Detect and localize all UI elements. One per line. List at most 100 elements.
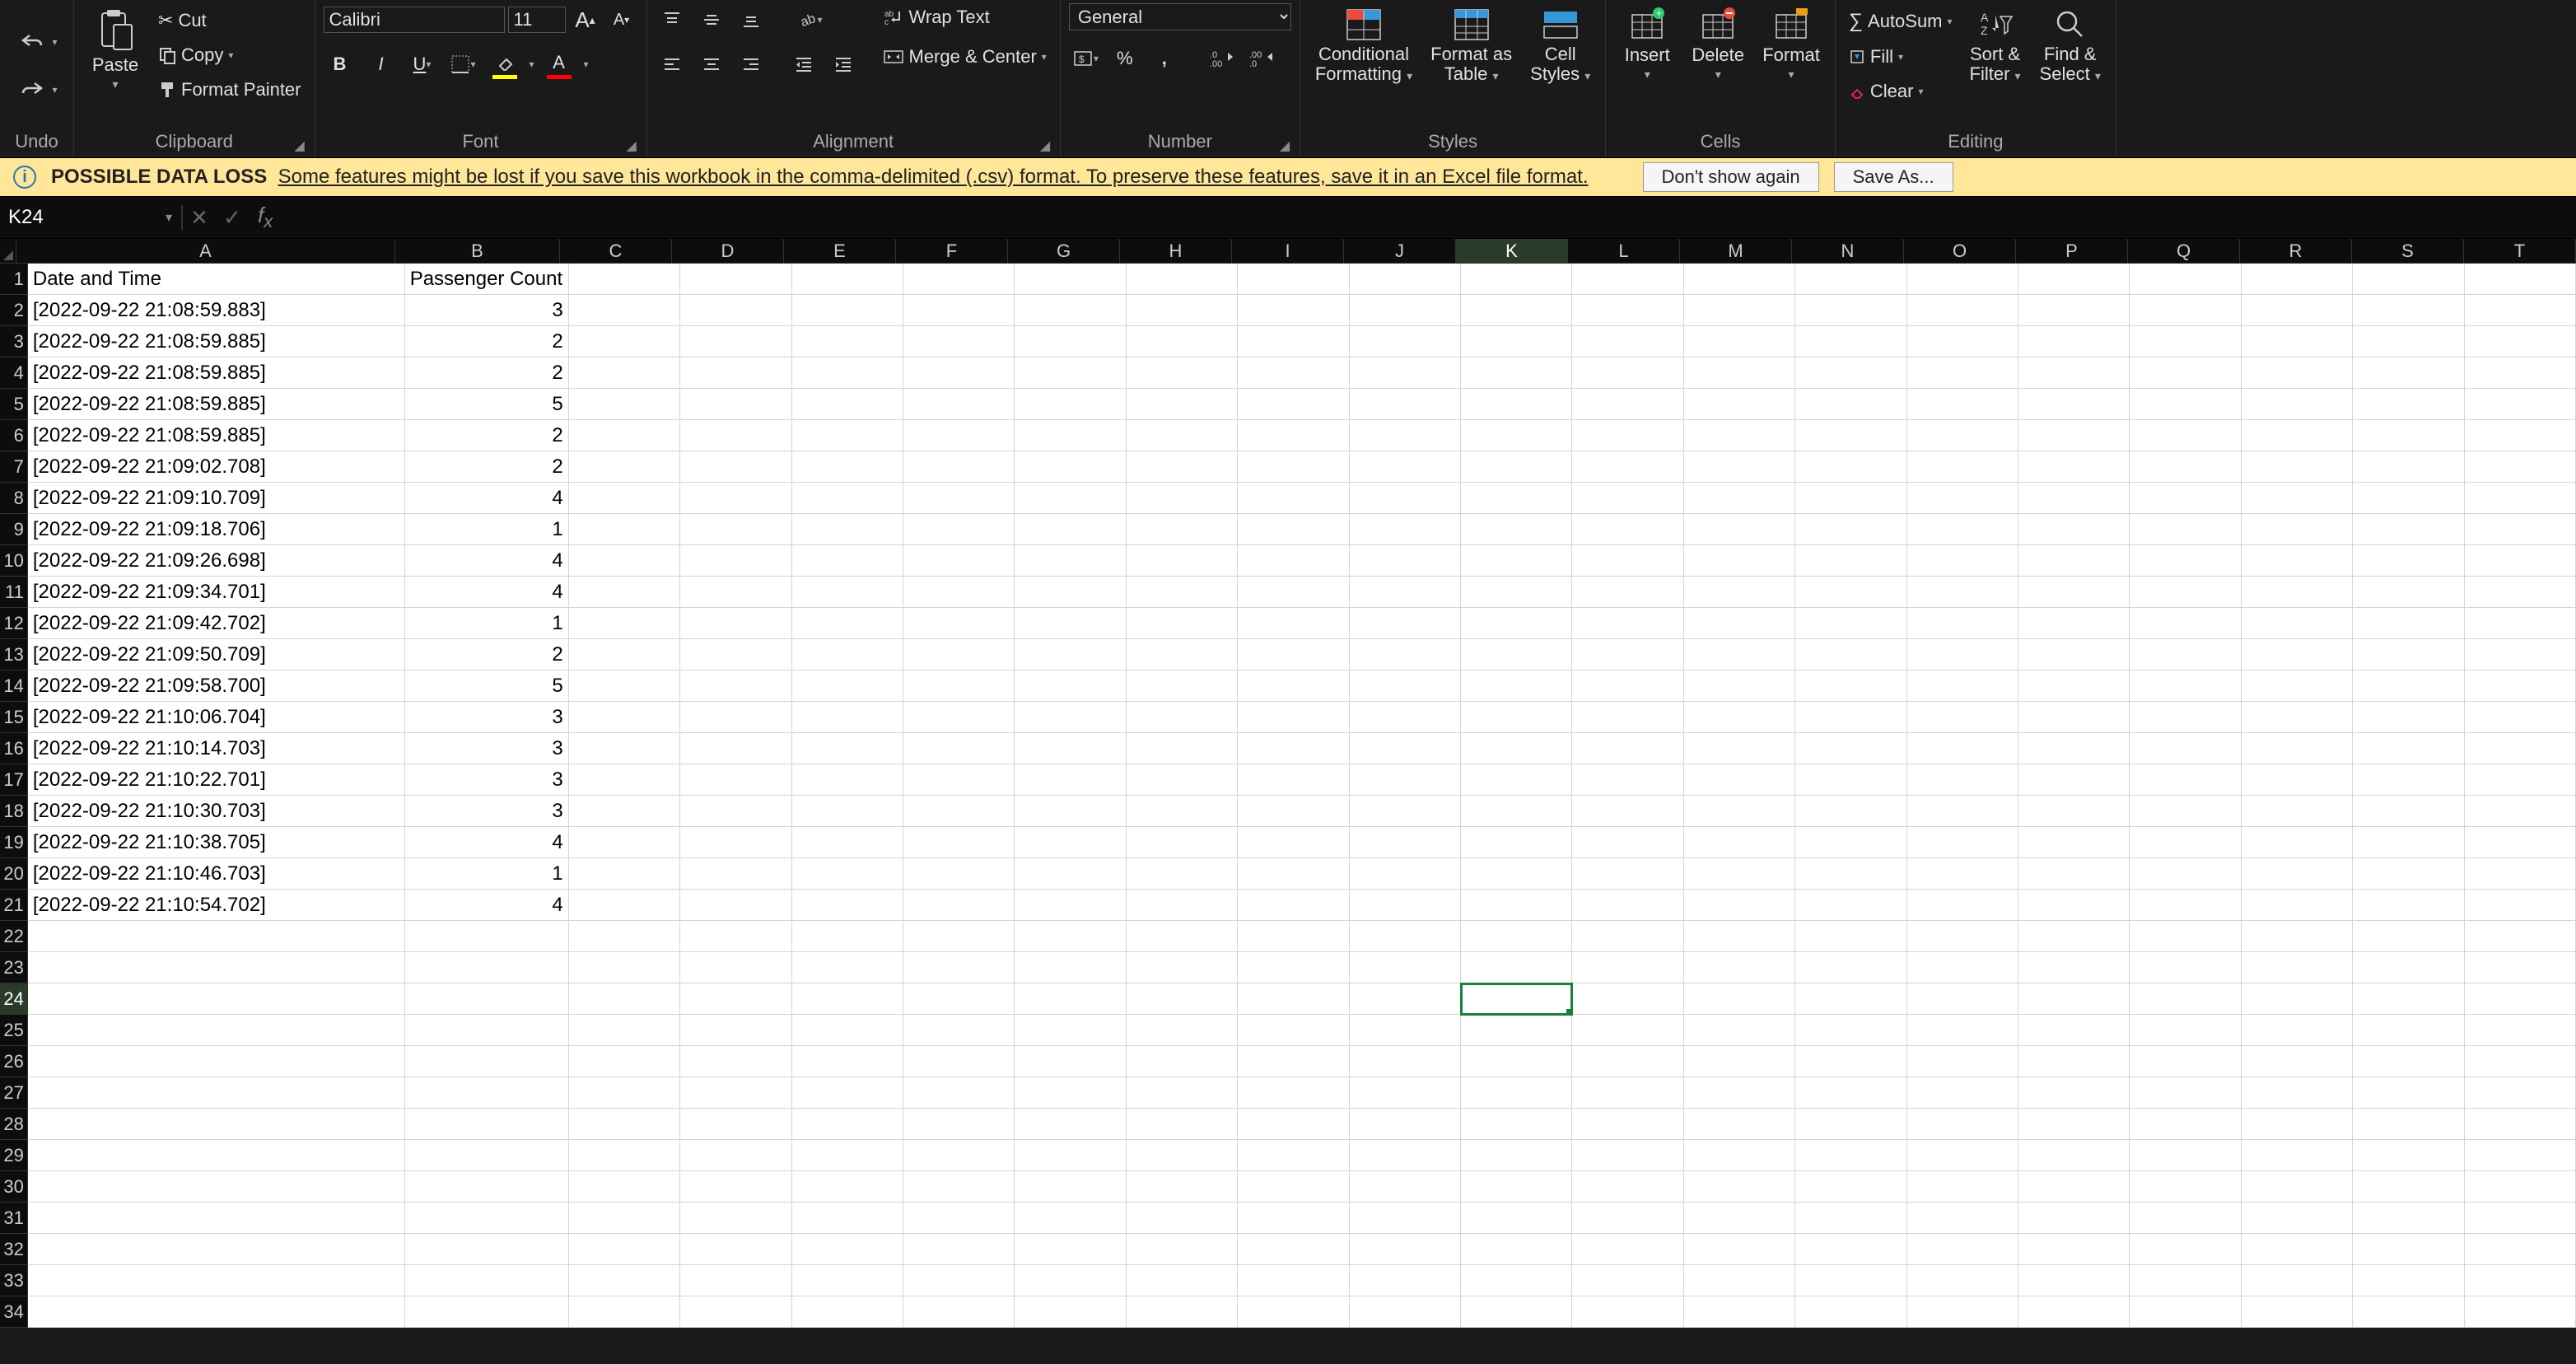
cell-G10[interactable] [1015,545,1126,577]
cell-J3[interactable] [1350,326,1461,357]
cell-S23[interactable] [2353,952,2464,983]
cell-H1[interactable] [1127,264,1238,295]
cell-D5[interactable] [680,389,791,420]
cell-H16[interactable] [1127,733,1238,764]
cell-E15[interactable] [792,702,903,733]
cell-A18[interactable]: [2022-09-22 21:10:30.703] [28,796,405,827]
cell-B32[interactable] [405,1234,569,1265]
cell-E33[interactable] [792,1265,903,1296]
cell-C26[interactable] [569,1046,680,1077]
column-header-I[interactable]: I [1232,239,1344,264]
column-header-Q[interactable]: Q [2128,239,2240,264]
cell-D7[interactable] [680,451,791,483]
save-as-button[interactable]: Save As... [1834,162,1953,192]
cell-R18[interactable] [2242,796,2353,827]
cell-N15[interactable] [1795,702,1906,733]
cell-R2[interactable] [2242,295,2353,326]
cell-N1[interactable] [1795,264,1906,295]
cell-F23[interactable] [903,952,1015,983]
cell-H18[interactable] [1127,796,1238,827]
cell-G9[interactable] [1015,514,1126,545]
clear-dropdown-icon[interactable]: ▾ [1918,86,1923,97]
cell-P14[interactable] [2018,670,2130,702]
cell-M26[interactable] [1684,1046,1795,1077]
cell-E3[interactable] [792,326,903,357]
cell-F17[interactable] [903,764,1015,796]
cell-O6[interactable] [1907,420,2018,451]
cell-E10[interactable] [792,545,903,577]
undo-dropdown-icon[interactable]: ▾ [52,36,57,48]
cell-D16[interactable] [680,733,791,764]
cell-E18[interactable] [792,796,903,827]
cell-P32[interactable] [2018,1234,2130,1265]
paste-button[interactable]: Paste ▾ [82,3,148,95]
cell-A5[interactable]: [2022-09-22 21:08:59.885] [28,389,405,420]
cell-E26[interactable] [792,1046,903,1077]
cell-L17[interactable] [1572,764,1683,796]
cell-B9[interactable]: 1 [405,514,569,545]
cell-F8[interactable] [903,483,1015,514]
cell-D23[interactable] [680,952,791,983]
cell-G18[interactable] [1015,796,1126,827]
cell-I21[interactable] [1238,890,1349,921]
cell-K18[interactable] [1461,796,1572,827]
cell-I22[interactable] [1238,921,1349,952]
cell-A13[interactable]: [2022-09-22 21:09:50.709] [28,639,405,670]
cell-H10[interactable] [1127,545,1238,577]
font-color-dropdown-icon[interactable]: ▾ [584,58,589,70]
cell-K29[interactable] [1461,1140,1572,1171]
cell-O2[interactable] [1907,295,2018,326]
cell-A22[interactable] [28,921,405,952]
cell-R20[interactable] [2242,858,2353,890]
cell-R26[interactable] [2242,1046,2353,1077]
cell-F6[interactable] [903,420,1015,451]
cell-D9[interactable] [680,514,791,545]
cell-C2[interactable] [569,295,680,326]
row-header-3[interactable]: 3 [0,326,28,357]
cell-N9[interactable] [1795,514,1906,545]
row-header-12[interactable]: 12 [0,608,28,639]
cell-M11[interactable] [1684,577,1795,608]
cell-K10[interactable] [1461,545,1572,577]
cell-N10[interactable] [1795,545,1906,577]
row-header-18[interactable]: 18 [0,796,28,827]
cell-K12[interactable] [1461,608,1572,639]
fill-button[interactable]: Fill ▾ [1844,43,1958,71]
cell-S8[interactable] [2353,483,2464,514]
cell-L19[interactable] [1572,827,1683,858]
cell-M5[interactable] [1684,389,1795,420]
cell-H27[interactable] [1127,1077,1238,1109]
cell-T6[interactable] [2465,420,2576,451]
cell-S9[interactable] [2353,514,2464,545]
cell-P6[interactable] [2018,420,2130,451]
cell-L7[interactable] [1572,451,1683,483]
cell-J10[interactable] [1350,545,1461,577]
cell-J32[interactable] [1350,1234,1461,1265]
cell-S2[interactable] [2353,295,2464,326]
row-header-34[interactable]: 34 [0,1296,28,1328]
cell-N13[interactable] [1795,639,1906,670]
cell-J25[interactable] [1350,1015,1461,1046]
cell-G19[interactable] [1015,827,1126,858]
cell-F32[interactable] [903,1234,1015,1265]
align-right-button[interactable] [735,48,768,81]
cell-R6[interactable] [2242,420,2353,451]
increase-font-button[interactable]: A▴ [569,3,602,36]
cell-G23[interactable] [1015,952,1126,983]
cell-N18[interactable] [1795,796,1906,827]
cell-E12[interactable] [792,608,903,639]
cell-M6[interactable] [1684,420,1795,451]
cell-D28[interactable] [680,1109,791,1140]
cell-N25[interactable] [1795,1015,1906,1046]
number-launcher-icon[interactable]: ◢ [1280,138,1295,152]
cell-Q5[interactable] [2130,389,2241,420]
cell-J30[interactable] [1350,1171,1461,1203]
font-name-combo[interactable] [324,7,505,33]
cell-P17[interactable] [2018,764,2130,796]
conditional-formatting-button[interactable]: ConditionalFormatting ▾ [1309,3,1419,87]
cell-G26[interactable] [1015,1046,1126,1077]
cell-D26[interactable] [680,1046,791,1077]
cell-L27[interactable] [1572,1077,1683,1109]
cell-L11[interactable] [1572,577,1683,608]
cell-T23[interactable] [2465,952,2576,983]
